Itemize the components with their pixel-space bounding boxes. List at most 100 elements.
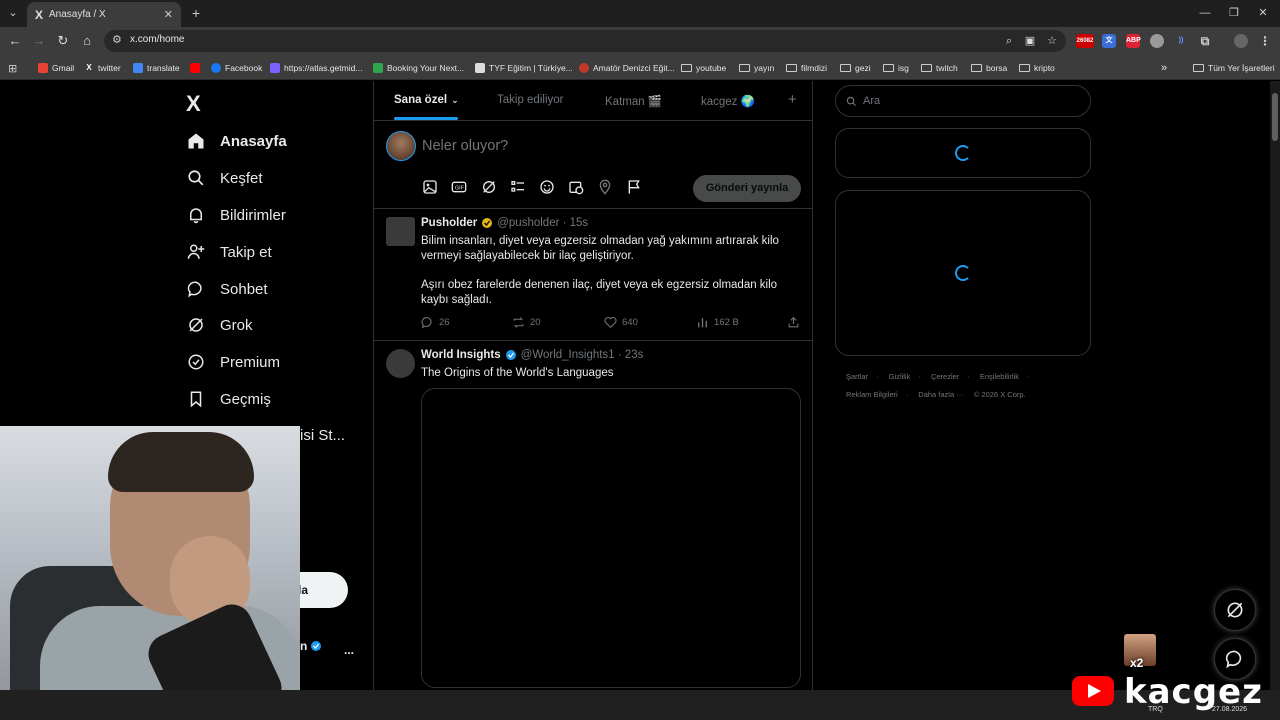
bookmark-gmail[interactable]: Gmail bbox=[38, 60, 74, 76]
nav-item-home[interactable]: Anasayfa bbox=[186, 128, 287, 154]
avatar[interactable] bbox=[386, 217, 415, 246]
tweet-item[interactable]: Pusholder @pusholder · 15s Bilim insanla… bbox=[374, 209, 812, 341]
tweet-handle[interactable]: @World_Insights1 · 23s bbox=[521, 349, 644, 361]
bookmark-icon bbox=[186, 389, 206, 409]
tab-close-icon[interactable]: ✕ bbox=[164, 8, 173, 21]
bookmark-folder-isg[interactable]: isg bbox=[883, 60, 909, 76]
bookmarks-overflow-icon[interactable]: » bbox=[1161, 60, 1167, 76]
reply-button[interactable]: 26 bbox=[421, 316, 450, 329]
tweet-handle[interactable]: @pusholder · 15s bbox=[497, 217, 588, 229]
nav-item-grok[interactable]: Grok bbox=[186, 312, 253, 338]
forward-icon[interactable]: → bbox=[30, 32, 48, 50]
search-input[interactable]: Ara bbox=[835, 85, 1091, 117]
site-info-icon[interactable]: ⚙ bbox=[112, 33, 122, 46]
nav-item-chat[interactable]: Sohbet bbox=[186, 276, 268, 302]
star-icon[interactable]: ☆ bbox=[1044, 33, 1060, 49]
nav-item-explore[interactable]: Keşfet bbox=[186, 165, 263, 191]
add-tab-icon[interactable]: + bbox=[788, 91, 797, 108]
avatar[interactable] bbox=[386, 349, 415, 378]
apps-grid-icon[interactable]: ⊞ bbox=[8, 60, 17, 76]
bookmark-translate[interactable]: translate bbox=[133, 60, 180, 76]
bookmark-tyf[interactable]: TYF Eğitim | Türkiye... bbox=[475, 60, 573, 76]
compose-input[interactable]: Neler oluyor? bbox=[422, 138, 508, 154]
tweet-author[interactable]: World Insights bbox=[421, 349, 501, 361]
abp-ext-icon[interactable]: ABP bbox=[1126, 34, 1141, 48]
bookmark-folder-filmdizi[interactable]: filmdizi bbox=[786, 60, 827, 76]
footer-link-ads[interactable]: Reklam Bilgileri bbox=[846, 390, 898, 399]
extension-badge-icon[interactable]: 26082 bbox=[1076, 34, 1094, 48]
heart-icon bbox=[604, 316, 617, 329]
profile-avatar-icon[interactable] bbox=[1234, 34, 1248, 48]
bookmark-youtube[interactable] bbox=[190, 60, 204, 76]
views-button[interactable]: 162 B bbox=[696, 316, 739, 329]
ext-cookie-icon[interactable] bbox=[1150, 34, 1164, 48]
home-browser-icon[interactable]: ⌂ bbox=[78, 32, 96, 50]
back-icon[interactable]: ← bbox=[6, 32, 24, 50]
ext-wave-icon[interactable]: )) bbox=[1174, 34, 1188, 48]
footer-link-accessibility[interactable]: Erişilebilirlik bbox=[980, 372, 1019, 381]
tab-following[interactable]: Takip ediliyor bbox=[497, 94, 563, 106]
bookmark-folder-twitch[interactable]: twitch bbox=[921, 60, 958, 76]
zoom-icon[interactable]: ⌕ bbox=[1001, 33, 1017, 49]
nav-item-partial[interactable]: isi St... bbox=[300, 427, 345, 444]
tweet-author[interactable]: Pusholder bbox=[421, 217, 477, 229]
share-button[interactable] bbox=[787, 316, 805, 329]
bookmark-amator[interactable]: Amatör Denizci Eğit... bbox=[579, 60, 675, 76]
profile-name-partial[interactable]: n bbox=[300, 639, 322, 653]
bookmark-twitter[interactable]: Xtwitter bbox=[84, 60, 120, 76]
footer-link-more[interactable]: Daha fazla ··· bbox=[918, 390, 963, 399]
bookmark-folder-borsa[interactable]: borsa bbox=[971, 60, 1007, 76]
poll-icon[interactable] bbox=[510, 179, 526, 195]
tab-katman[interactable]: Katman 🎬 bbox=[605, 94, 662, 108]
bookmark-folder-yayin[interactable]: yayın bbox=[739, 60, 774, 76]
reload-icon[interactable]: ↻ bbox=[54, 32, 72, 50]
repost-button[interactable]: 20 bbox=[512, 316, 541, 329]
avatar[interactable] bbox=[386, 131, 416, 161]
translate-ext-icon[interactable]: 文 bbox=[1102, 34, 1116, 48]
bookmark-all[interactable]: Tüm Yer İşaretleri bbox=[1193, 60, 1275, 76]
bookmark-atlas[interactable]: https://atlas.getmid... bbox=[270, 60, 362, 76]
new-tab-icon[interactable]: + bbox=[188, 5, 204, 21]
nav-item-premium[interactable]: Premium bbox=[186, 349, 280, 375]
bookmark-folder-kripto[interactable]: kripto bbox=[1019, 60, 1055, 76]
nav-item-bookmarks[interactable]: Geçmiş bbox=[186, 386, 271, 412]
image-icon[interactable] bbox=[422, 179, 438, 195]
browser-tab[interactable]: X Anasayfa / X ✕ bbox=[27, 2, 181, 27]
tab-for-you[interactable]: Sana özel ⌄ bbox=[394, 94, 459, 106]
page-scrollbar[interactable] bbox=[1270, 81, 1280, 720]
x-favicon-icon: X bbox=[35, 7, 44, 22]
account-more-icon[interactable]: ... bbox=[344, 643, 354, 657]
omnibox[interactable]: ⚙ x.com/home ⌕ ▣ ☆ bbox=[104, 30, 1066, 52]
grok-fab-button[interactable] bbox=[1214, 589, 1256, 631]
browser-menu-icon[interactable]: ⋮ bbox=[1258, 34, 1272, 48]
tab-kacgez[interactable]: kacgez 🌍 bbox=[701, 94, 755, 108]
location-icon[interactable] bbox=[597, 179, 613, 195]
nav-item-notifications[interactable]: Bildirimler bbox=[186, 202, 286, 228]
post-button[interactable]: Gönderi yayınla bbox=[693, 175, 801, 202]
bookmark-folder-youtube[interactable]: youtube bbox=[681, 60, 726, 76]
footer-link-cookies[interactable]: Çerezler bbox=[931, 372, 959, 381]
emoji-icon[interactable] bbox=[539, 179, 555, 195]
scrollbar-thumb[interactable] bbox=[1272, 93, 1278, 141]
bookmark-facebook[interactable]: Facebook bbox=[211, 60, 262, 76]
bookmark-booking[interactable]: Booking Your Next... bbox=[373, 60, 464, 76]
streamer-brand: kacgez bbox=[1124, 672, 1263, 712]
tweet-item[interactable]: World Insights @World_Insights1 · 23s Th… bbox=[374, 341, 812, 720]
tab-search-icon[interactable]: ⌄ bbox=[4, 4, 22, 22]
x-logo-icon[interactable]: X bbox=[186, 91, 201, 117]
footer-link-privacy[interactable]: Gizlilik bbox=[889, 372, 911, 381]
gif-icon[interactable]: GIF bbox=[451, 179, 467, 195]
minimize-icon[interactable]: — bbox=[1190, 4, 1220, 22]
extensions-puzzle-icon[interactable]: ⧉ bbox=[1198, 34, 1212, 48]
close-window-icon[interactable]: ✕ bbox=[1248, 4, 1278, 22]
like-button[interactable]: 640 bbox=[604, 316, 638, 329]
restore-icon[interactable]: ❐ bbox=[1219, 4, 1249, 22]
flag-icon[interactable] bbox=[626, 179, 642, 195]
footer-link-terms[interactable]: Şartlar bbox=[846, 372, 868, 381]
grok-compose-icon[interactable] bbox=[481, 179, 497, 195]
bookmark-folder-gezi[interactable]: gezi bbox=[840, 60, 871, 76]
cast-icon[interactable]: ▣ bbox=[1022, 33, 1038, 49]
tweet-media[interactable] bbox=[421, 388, 801, 688]
schedule-icon[interactable] bbox=[568, 179, 584, 195]
nav-item-follow[interactable]: Takip et bbox=[186, 239, 272, 265]
